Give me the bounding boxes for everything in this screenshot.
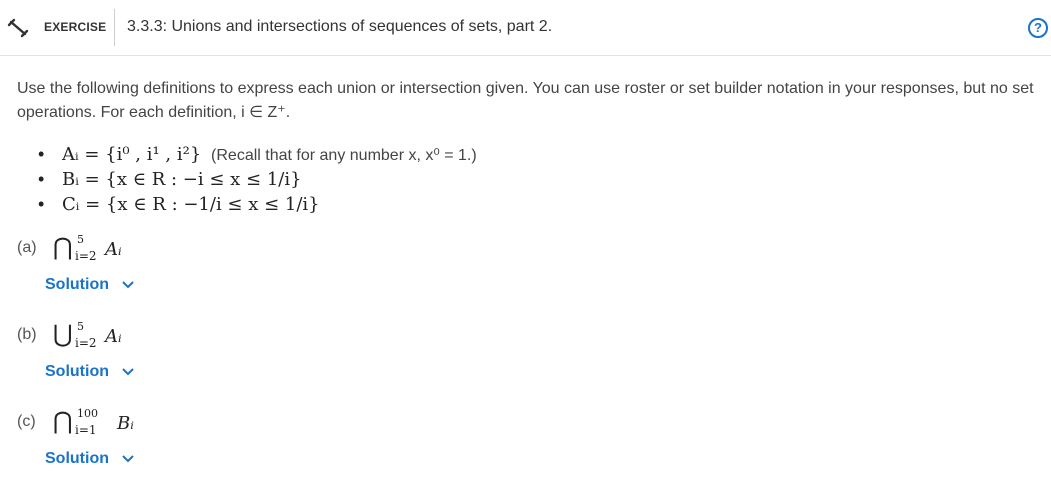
chevron-down-icon <box>122 455 135 463</box>
solution-toggle-b[interactable]: Solution <box>45 363 135 381</box>
part-expression: ⋂ 5 i=2 Aᵢ <box>53 233 122 263</box>
header-divider <box>114 9 115 46</box>
upper-limit: 100 <box>77 407 98 420</box>
exercise-title: 3.3.3: Unions and intersections of seque… <box>127 18 553 35</box>
bullet: • <box>38 144 45 164</box>
union-operator: ⋃ <box>53 320 73 348</box>
set-term: Bᵢ <box>117 413 134 434</box>
definition-math: Aᵢ = {i⁰ , i¹ , i²} <box>62 144 202 165</box>
bullet: • <box>38 169 45 189</box>
part-label: (a) <box>17 239 37 256</box>
instructions-text: Use the following definitions to express… <box>17 80 1034 121</box>
solution-toggle-a[interactable]: Solution <box>45 276 135 294</box>
set-term: Aᵢ <box>105 239 122 260</box>
chevron-down-icon <box>122 281 135 289</box>
part-label: (b) <box>17 326 37 343</box>
dumbbell-icon <box>7 18 29 38</box>
chevron-down-icon <box>122 368 135 376</box>
part-label: (c) <box>17 413 36 430</box>
set-term: Aᵢ <box>105 326 122 347</box>
solution-label: Solution <box>45 450 109 467</box>
definition-math: Cᵢ = {x ∈ R : −1/i ≤ x ≤ 1/i} <box>62 194 320 215</box>
part-expression: ⋃ 5 i=2 Aᵢ <box>53 320 122 350</box>
bullet: • <box>38 194 45 214</box>
intersection-operator: ⋂ <box>53 233 73 261</box>
solution-toggle-c[interactable]: Solution <box>45 450 135 468</box>
lower-limit: i=2 <box>75 336 97 350</box>
solution-label: Solution <box>45 276 109 293</box>
part-expression: ⋂ 100 i=1 Bᵢ <box>53 407 134 437</box>
upper-limit: 5 <box>77 233 84 246</box>
lower-limit: i=1 <box>75 423 97 437</box>
definition-math: Bᵢ = {x ∈ R : −i ≤ x ≤ 1/i} <box>62 169 302 190</box>
exercise-label: EXERCISE <box>44 20 107 34</box>
intersection-operator: ⋂ <box>53 407 73 435</box>
solution-label: Solution <box>45 363 109 380</box>
definition-note: (Recall that for any number x, x⁰ = 1.) <box>211 147 477 164</box>
help-circle-icon[interactable]: ? <box>1028 18 1048 38</box>
lower-limit: i=2 <box>75 249 97 263</box>
upper-limit: 5 <box>77 320 84 333</box>
exercise-header: EXERCISE 3.3.3: Unions and intersections… <box>0 0 1051 56</box>
